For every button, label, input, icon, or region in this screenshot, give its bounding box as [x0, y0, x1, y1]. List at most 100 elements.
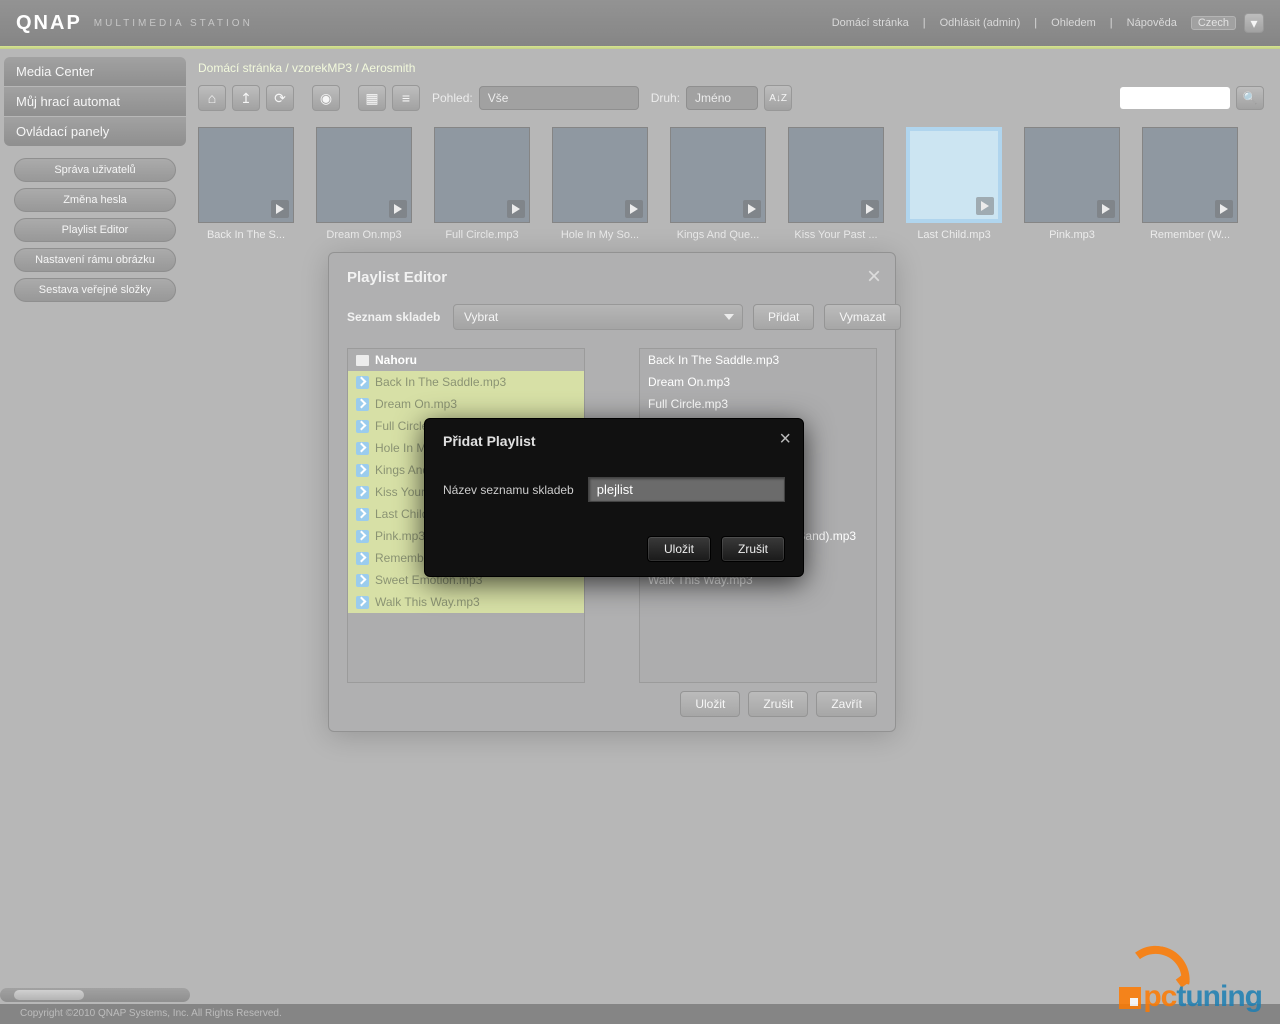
kind-select[interactable]: Jméno: [686, 86, 758, 110]
album-art[interactable]: [552, 127, 648, 223]
audio-file-icon: [356, 486, 369, 499]
brand-logo: QNAP: [16, 12, 82, 35]
album-title: Hole In My So...: [552, 229, 648, 241]
ple-title: Playlist Editor: [347, 269, 877, 286]
ple-list-label: Seznam skladeb: [347, 310, 443, 324]
horizontal-scrollbar[interactable]: [0, 988, 190, 1002]
album-art[interactable]: [434, 127, 530, 223]
play-icon[interactable]: [625, 200, 643, 218]
album-art[interactable]: [906, 127, 1002, 223]
modal-title: Přidat Playlist: [443, 433, 785, 449]
album-grid: Back In The S... Dream On.mp3Full Circle.…: [198, 117, 1264, 251]
album-art[interactable]: [198, 127, 294, 223]
audio-file-icon: [356, 508, 369, 521]
sidebar-item-control-panels[interactable]: Ovládací panely: [4, 117, 186, 146]
side-btn-playlist-editor[interactable]: Playlist Editor: [14, 218, 176, 242]
ple-add-button[interactable]: Přidat: [753, 304, 814, 330]
playlist-name-input[interactable]: [588, 477, 785, 502]
view-select[interactable]: Vše: [479, 86, 639, 110]
side-btn-public[interactable]: Sestava veřejné složky: [14, 278, 176, 302]
camera-icon[interactable]: ◉: [312, 85, 340, 111]
album-title: Last Child.mp3: [906, 229, 1002, 241]
album-item[interactable]: Last Child.mp3: [906, 127, 1002, 241]
sort-az-icon[interactable]: A↓Z: [764, 85, 792, 111]
album-art[interactable]: [670, 127, 766, 223]
sidebar-item-media-center[interactable]: Media Center: [4, 57, 186, 86]
album-art[interactable]: [1024, 127, 1120, 223]
refresh-icon[interactable]: ⟳: [266, 85, 294, 111]
album-art[interactable]: [788, 127, 884, 223]
ple-save-button[interactable]: Uložit: [680, 691, 740, 717]
list-item[interactable]: Dream On.mp3: [640, 371, 876, 393]
sidebar: Media Center Můj hrací automat Ovládací …: [0, 49, 190, 316]
album-item[interactable]: Pink.mp3: [1024, 127, 1120, 241]
link-home[interactable]: Domácí stránka: [826, 17, 915, 29]
list-item[interactable]: Full Circle.mp3: [640, 393, 876, 415]
link-help[interactable]: Nápověda: [1121, 17, 1183, 29]
chevron-down-icon[interactable]: ▾: [1244, 13, 1264, 33]
play-icon[interactable]: [743, 200, 761, 218]
watermark: pctuning: [1119, 980, 1262, 1014]
close-icon[interactable]: ×: [867, 265, 881, 289]
view-label: Pohled:: [432, 91, 473, 105]
list-item[interactable]: Dream On.mp3: [348, 393, 584, 415]
audio-file-icon: [356, 596, 369, 609]
album-item[interactable]: Dream On.mp3: [316, 127, 412, 241]
breadcrumb[interactable]: Domácí stránka / vzorekMP3 / Aerosmith: [198, 57, 1264, 79]
scroll-thumb[interactable]: [14, 990, 84, 1000]
home-icon[interactable]: ⌂: [198, 85, 226, 111]
toolbar: ⌂ ↥ ⟳ ◉ ▦ ≡ Pohled: Vše Druh: Jméno A↓Z …: [198, 79, 1264, 117]
ple-close-button[interactable]: Zavřít: [816, 691, 877, 717]
add-playlist-modal: Přidat Playlist × Název seznamu skladeb …: [424, 418, 804, 577]
play-icon[interactable]: [1215, 200, 1233, 218]
search-icon[interactable]: 🔍: [1236, 86, 1264, 110]
modal-save-button[interactable]: Uložit: [647, 536, 711, 562]
side-btn-frame[interactable]: Nastavení rámu obrázku: [14, 248, 176, 272]
album-item[interactable]: Back In The S...: [198, 127, 294, 241]
kind-label: Druh:: [651, 91, 680, 105]
album-art[interactable]: [1142, 127, 1238, 223]
audio-file-icon: [356, 574, 369, 587]
header-links: Domácí stránka| Odhlásit (admin)| Ohlede…: [826, 13, 1264, 33]
audio-file-icon: [356, 530, 369, 543]
app-name: Multimedia Station: [94, 18, 253, 29]
album-title: Back In The S...: [198, 229, 294, 241]
grid-view-icon[interactable]: ▦: [358, 85, 386, 111]
ple-playlist-select[interactable]: Vybrat: [453, 304, 743, 330]
watermark-square-icon: [1119, 987, 1141, 1009]
search-input[interactable]: [1120, 87, 1230, 109]
up-icon[interactable]: ↥: [232, 85, 260, 111]
ple-cancel-button[interactable]: Zrušit: [748, 691, 808, 717]
close-icon[interactable]: ×: [779, 429, 791, 449]
album-item[interactable]: Hole In My So...: [552, 127, 648, 241]
language-select[interactable]: Czech: [1191, 16, 1236, 30]
play-icon[interactable]: [271, 200, 289, 218]
album-item[interactable]: Full Circle.mp3: [434, 127, 530, 241]
link-logout[interactable]: Odhlásit (admin): [934, 17, 1027, 29]
folder-icon: [356, 355, 369, 366]
album-item[interactable]: Remember (W...: [1142, 127, 1238, 241]
album-art[interactable]: [316, 127, 412, 223]
album-item[interactable]: Kiss Your Past ...: [788, 127, 884, 241]
side-btn-users[interactable]: Správa uživatelů: [14, 158, 176, 182]
album-item[interactable]: Kings And Que...: [670, 127, 766, 241]
list-item[interactable]: Nahoru: [348, 349, 584, 371]
ple-delete-button[interactable]: Vymazat: [824, 304, 900, 330]
play-icon[interactable]: [389, 200, 407, 218]
sidebar-item-jukebox[interactable]: Můj hrací automat: [4, 87, 186, 116]
list-view-icon[interactable]: ≡: [392, 85, 420, 111]
footer-copyright: Copyright ©2010 QNAP Systems, Inc. All R…: [0, 1004, 1280, 1024]
play-icon[interactable]: [1097, 200, 1115, 218]
audio-file-icon: [356, 552, 369, 565]
list-item[interactable]: Back In The Saddle.mp3: [348, 371, 584, 393]
play-icon[interactable]: [507, 200, 525, 218]
play-icon[interactable]: [861, 200, 879, 218]
modal-cancel-button[interactable]: Zrušit: [721, 536, 785, 562]
list-item[interactable]: Walk This Way.mp3: [348, 591, 584, 613]
list-item[interactable]: Back In The Saddle.mp3: [640, 349, 876, 371]
audio-file-icon: [356, 464, 369, 477]
album-title: Kings And Que...: [670, 229, 766, 241]
link-about[interactable]: Ohledem: [1045, 17, 1102, 29]
side-btn-password[interactable]: Změna hesla: [14, 188, 176, 212]
play-icon[interactable]: [976, 197, 994, 215]
